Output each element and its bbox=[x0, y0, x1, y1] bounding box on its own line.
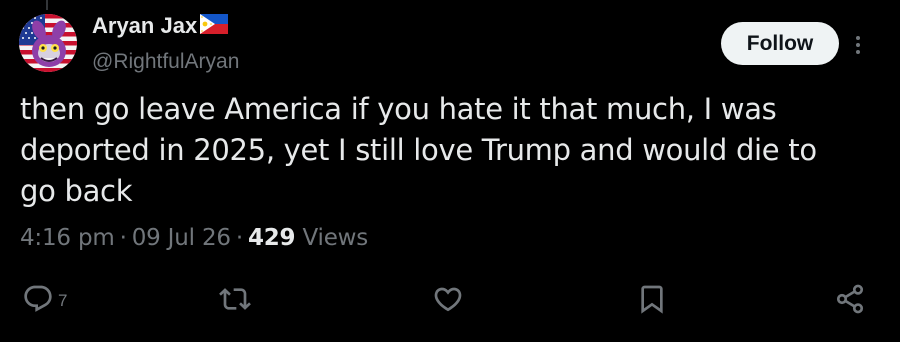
author-handle[interactable]: @RightfulAryan bbox=[92, 49, 239, 75]
tweet-date[interactable]: 09 Jul 26 bbox=[132, 225, 231, 251]
like-icon bbox=[432, 283, 464, 315]
share-icon bbox=[834, 283, 866, 315]
tweet-action-bar: 7 bbox=[0, 283, 900, 319]
follow-button[interactable]: Follow bbox=[721, 22, 839, 65]
bookmark-button[interactable] bbox=[636, 283, 668, 315]
retweet-button[interactable] bbox=[219, 283, 251, 315]
views-label: Views bbox=[302, 225, 369, 251]
retweet-icon bbox=[219, 283, 251, 315]
avatar[interactable] bbox=[19, 14, 77, 72]
more-options-icon[interactable] bbox=[851, 34, 865, 56]
philippines-flag-icon bbox=[200, 14, 229, 39]
tweet-time[interactable]: 4:16 pm bbox=[20, 225, 115, 251]
meta-separator: · bbox=[235, 225, 243, 251]
views-count: 429 bbox=[247, 225, 296, 251]
tweet-text: then go leave America if you hate it tha… bbox=[20, 92, 817, 208]
author-name-row: Aryan Jax bbox=[92, 13, 229, 39]
avatar-image bbox=[19, 14, 77, 72]
meta-separator: · bbox=[119, 225, 127, 251]
thread-connector-line bbox=[46, 0, 48, 10]
reply-button[interactable]: 7 bbox=[22, 283, 67, 315]
share-button[interactable] bbox=[834, 283, 866, 315]
display-name[interactable]: Aryan Jax bbox=[92, 13, 197, 39]
bookmark-icon bbox=[636, 283, 668, 315]
tweet-metadata: 4:16 pm · 09 Jul 26 · 429 Views bbox=[20, 223, 368, 253]
like-button[interactable] bbox=[432, 283, 464, 315]
reply-count: 7 bbox=[58, 291, 68, 310]
reply-icon bbox=[22, 283, 54, 315]
